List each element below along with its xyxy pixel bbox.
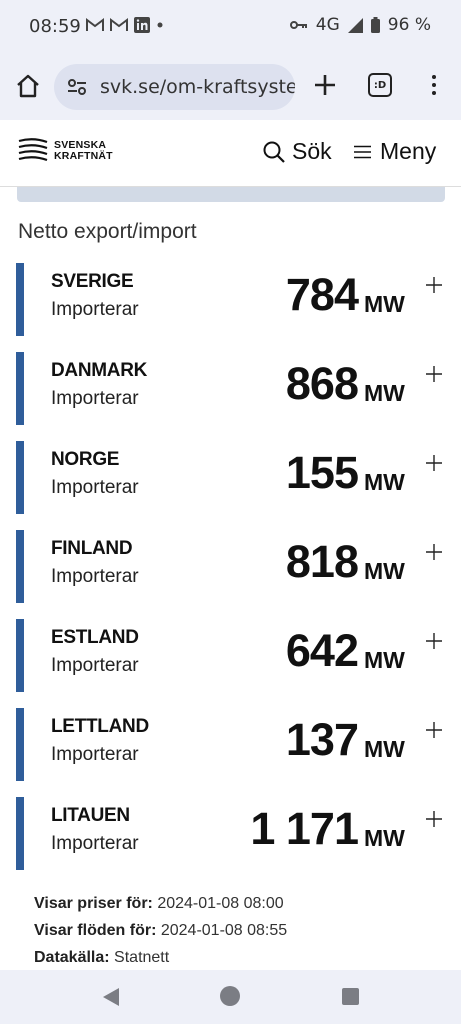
gmail-icon [110, 18, 128, 31]
country-name: LETTLAND [51, 716, 149, 737]
expand-plus-icon[interactable] [426, 722, 442, 738]
country-row-lettland[interactable]: LETTLAND Importerar 137 MW [16, 708, 446, 781]
row-accent-bar [16, 619, 24, 692]
prices-timestamp: Visar priser för: 2024-01-08 08:00 [34, 890, 287, 917]
menu-label: Meny [380, 138, 437, 164]
data-timestamps: Visar priser för: 2024-01-08 08:00 Visar… [34, 890, 287, 971]
country-row-finland[interactable]: FINLAND Importerar 818 MW [16, 530, 446, 603]
source-value: Statnett [114, 949, 170, 966]
country-name: FINLAND [51, 538, 133, 559]
logo-line2: KRAFTNÄT [54, 150, 113, 162]
url-text: svk.se/om-kraftsystem [100, 76, 295, 98]
network-type: 4G [315, 15, 340, 35]
flow-value: 137 [285, 714, 359, 765]
flows-timestamp: Visar flöden för: 2024-01-08 08:55 [34, 917, 287, 944]
flow-unit: MW [364, 469, 405, 495]
menu-button[interactable]: Meny [354, 138, 436, 165]
gmail-icon [86, 18, 104, 31]
linkedin-icon [134, 17, 150, 33]
flow-unit: MW [364, 825, 405, 851]
row-accent-bar [16, 708, 24, 781]
info-banner-edge [17, 187, 445, 202]
flow-unit: MW [364, 380, 405, 406]
search-icon [263, 141, 285, 163]
flow-status: Importerar [51, 833, 139, 854]
site-settings-icon[interactable] [66, 76, 88, 98]
flow-value: 1 171 [250, 803, 359, 854]
section-title: Netto export/import [18, 220, 197, 243]
flow-status: Importerar [51, 388, 139, 409]
country-name: ESTLAND [51, 627, 139, 648]
signal-icon [347, 17, 363, 33]
row-accent-bar [16, 352, 24, 425]
status-time: 08:59 [29, 16, 81, 37]
row-accent-bar [16, 530, 24, 603]
address-bar[interactable]: svk.se/om-kraftsystem [54, 64, 295, 110]
expand-plus-icon[interactable] [426, 811, 442, 827]
row-accent-bar [16, 797, 24, 870]
country-row-litauen[interactable]: LITAUEN Importerar 1 171 MW [16, 797, 446, 870]
country-row-estland[interactable]: ESTLAND Importerar 642 MW [16, 619, 446, 692]
site-header: SVENSKA KRAFTNÄT Sök Meny [0, 120, 461, 187]
more-options-icon[interactable] [424, 72, 444, 98]
country-name: LITAUEN [51, 805, 130, 826]
recent-apps-icon[interactable] [342, 988, 359, 1005]
flow-unit: MW [364, 291, 405, 317]
expand-plus-icon[interactable] [426, 366, 442, 382]
flows-label: Visar flöden för: [34, 922, 157, 939]
prices-value: 2024-01-08 08:00 [157, 895, 284, 912]
flow-status: Importerar [51, 299, 139, 320]
back-icon[interactable] [102, 987, 120, 1007]
flows-value: 2024-01-08 08:55 [160, 922, 288, 939]
flow-value: 155 [285, 447, 359, 498]
search-label: Sök [292, 138, 332, 164]
dot-icon [157, 22, 163, 28]
flow-unit: MW [364, 647, 405, 673]
country-name: NORGE [51, 449, 120, 470]
status-bar: 08:59 4G 96 % [0, 0, 461, 52]
row-accent-bar [16, 263, 24, 336]
flow-value: 642 [285, 625, 359, 676]
row-accent-bar [16, 441, 24, 514]
status-right: 4G 96 % [289, 15, 431, 35]
country-row-danmark[interactable]: DANMARK Importerar 868 MW [16, 352, 446, 425]
expand-plus-icon[interactable] [426, 277, 442, 293]
system-nav-bar [0, 970, 461, 1024]
tab-switcher-button[interactable]: :D [368, 73, 392, 97]
flow-unit: MW [364, 558, 405, 584]
source-label: Datakälla: [34, 949, 110, 966]
expand-plus-icon[interactable] [426, 633, 442, 649]
notification-icons [86, 17, 164, 33]
home-button-icon[interactable] [220, 986, 240, 1006]
flow-value: 868 [285, 358, 359, 409]
svk-logo[interactable]: SVENSKA KRAFTNÄT [18, 137, 113, 165]
flow-status: Importerar [51, 655, 139, 676]
country-name: DANMARK [51, 360, 148, 381]
data-source: Datakälla: Statnett [34, 944, 287, 971]
logo-mark-icon [18, 138, 48, 162]
flow-unit: MW [364, 736, 405, 762]
flow-status: Importerar [51, 477, 139, 498]
flow-value: 818 [285, 536, 359, 587]
key-icon [289, 21, 307, 29]
home-icon[interactable] [14, 72, 42, 100]
flow-status: Importerar [51, 744, 139, 765]
country-name: SVERIGE [51, 271, 134, 292]
logo-text: SVENSKA KRAFTNÄT [54, 140, 113, 162]
flow-status: Importerar [51, 566, 139, 587]
search-button[interactable]: Sök [262, 138, 332, 165]
hamburger-icon [354, 145, 371, 158]
expand-plus-icon[interactable] [426, 455, 442, 471]
country-row-norge[interactable]: NORGE Importerar 155 MW [16, 441, 446, 514]
battery-level: 96 % [387, 15, 431, 35]
flow-value: 784 [285, 269, 359, 320]
expand-plus-icon[interactable] [426, 544, 442, 560]
browser-toolbar: svk.se/om-kraftsystem :D [0, 52, 461, 120]
battery-icon [370, 17, 380, 33]
prices-label: Visar priser för: [34, 895, 153, 912]
country-row-sverige[interactable]: SVERIGE Importerar 784 MW [16, 263, 446, 336]
new-tab-icon[interactable] [312, 72, 338, 98]
